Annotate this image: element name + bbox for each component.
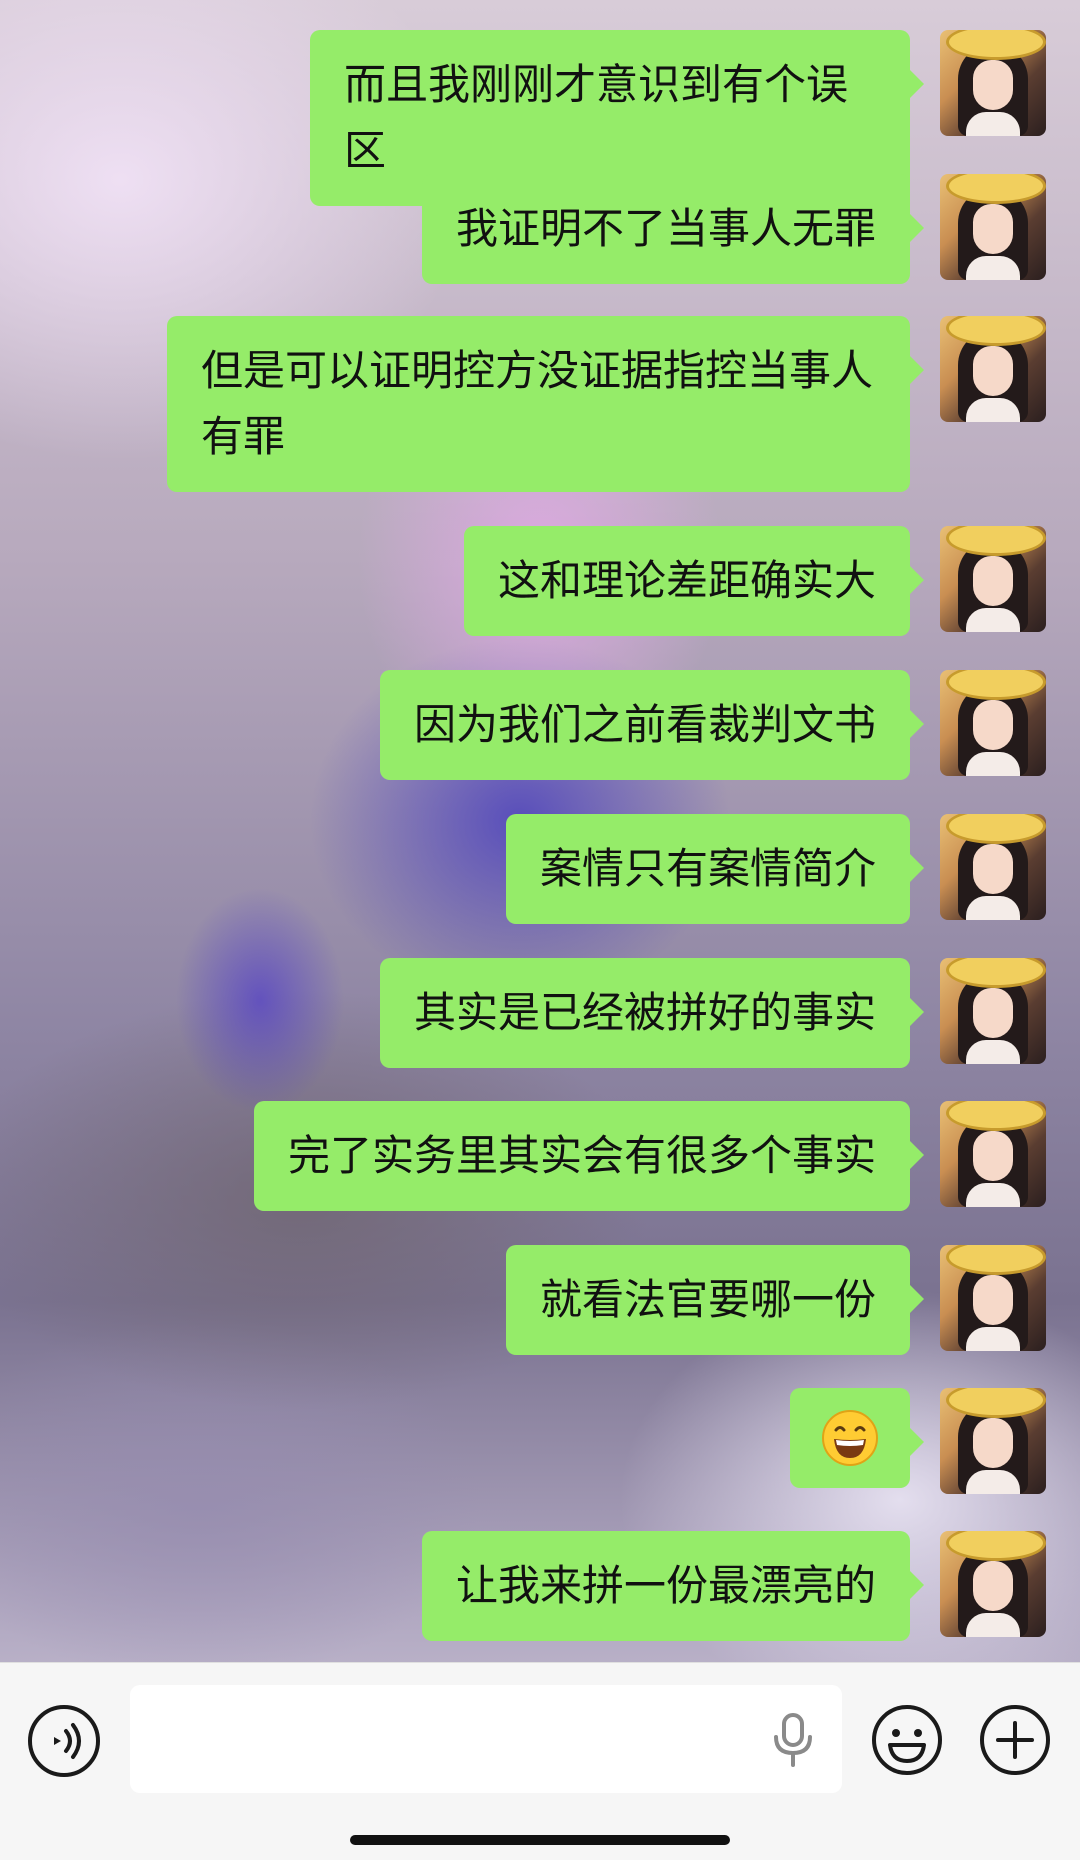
- message-bubble[interactable]: 其实是已经被拼好的事实: [379, 958, 925, 1068]
- message-bubble[interactable]: 让我来拼一份最漂亮的: [421, 1531, 925, 1641]
- grinning-face-emoji: [822, 1410, 878, 1466]
- user-avatar[interactable]: [940, 1531, 1046, 1637]
- plus-icon[interactable]: [978, 1703, 1052, 1777]
- user-avatar[interactable]: [940, 316, 1046, 422]
- emoji-icon[interactable]: [870, 1703, 944, 1777]
- user-avatar[interactable]: [940, 670, 1046, 776]
- message-bubble[interactable]: 就看法官要哪一份: [505, 1245, 925, 1355]
- user-avatar[interactable]: [940, 814, 1046, 920]
- user-avatar[interactable]: [940, 174, 1046, 280]
- message-row: 我证明不了当事人无罪: [421, 174, 1046, 284]
- user-avatar[interactable]: [940, 1388, 1046, 1494]
- message-row: 完了实务里其实会有很多个事实: [253, 1101, 1046, 1211]
- message-input[interactable]: [130, 1685, 842, 1793]
- message-bubble[interactable]: 我证明不了当事人无罪: [421, 174, 925, 284]
- message-row: 案情只有案情简介: [505, 814, 1046, 924]
- message-list[interactable]: 而且我刚刚才意识到有个误区 我证明不了当事人无罪 但是可以证明控方没证据指控当事…: [0, 0, 1080, 1660]
- message-row: 就看法官要哪一份: [505, 1245, 1046, 1355]
- user-avatar[interactable]: [940, 30, 1046, 136]
- message-bubble[interactable]: 但是可以证明控方没证据指控当事人有罪: [167, 316, 924, 492]
- chat-screen: 而且我刚刚才意识到有个误区 我证明不了当事人无罪 但是可以证明控方没证据指控当事…: [0, 0, 1080, 1860]
- user-avatar[interactable]: [940, 958, 1046, 1064]
- input-bar: [0, 1662, 1080, 1860]
- message-row: 但是可以证明控方没证据指控当事人有罪: [167, 316, 1046, 492]
- message-row: 其实是已经被拼好的事实: [379, 958, 1046, 1068]
- message-row: 因为我们之前看裁判文书: [379, 670, 1046, 780]
- voice-mode-icon[interactable]: [28, 1705, 100, 1777]
- message-bubble[interactable]: 因为我们之前看裁判文书: [379, 670, 925, 780]
- message-bubble[interactable]: [790, 1388, 924, 1488]
- message-bubble[interactable]: 案情只有案情简介: [505, 814, 925, 924]
- message-bubble[interactable]: 完了实务里其实会有很多个事实: [253, 1101, 925, 1211]
- message-row: 让我来拼一份最漂亮的: [421, 1531, 1046, 1641]
- message-bubble[interactable]: 这和理论差距确实大: [463, 526, 925, 636]
- microphone-icon[interactable]: [768, 1711, 818, 1769]
- message-row: 这和理论差距确实大: [463, 526, 1046, 636]
- home-indicator[interactable]: [350, 1835, 730, 1845]
- user-avatar[interactable]: [940, 1245, 1046, 1351]
- message-row: [790, 1388, 1046, 1494]
- user-avatar[interactable]: [940, 526, 1046, 632]
- user-avatar[interactable]: [940, 1101, 1046, 1207]
